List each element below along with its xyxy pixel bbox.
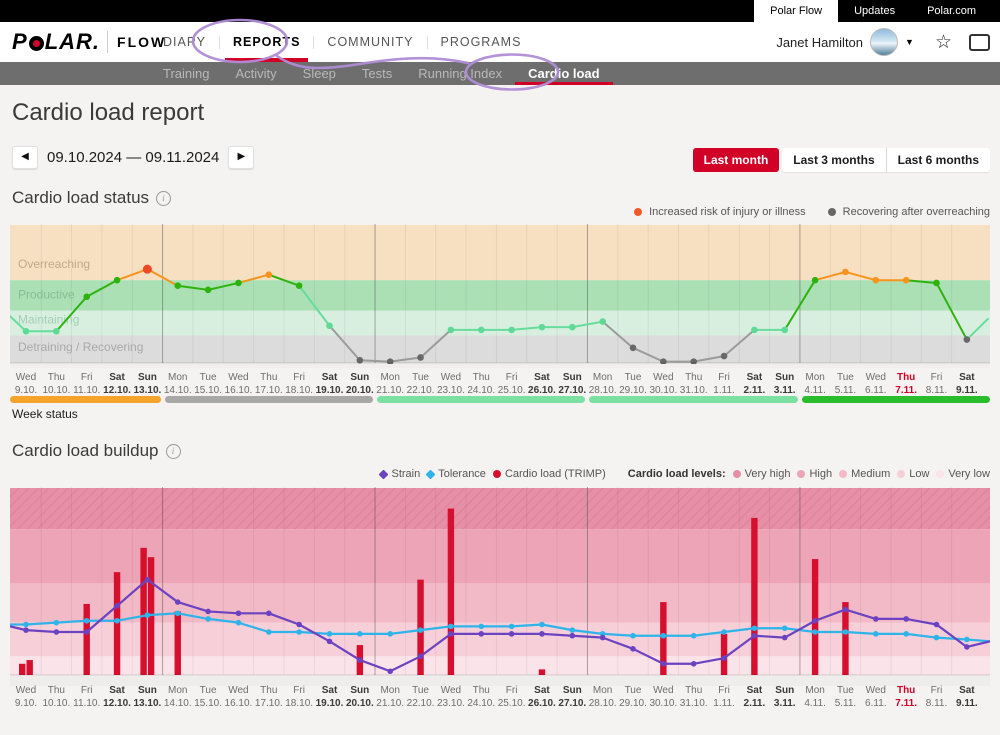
menu-item-reports[interactable]: REPORTS: [220, 22, 313, 62]
tab-polar-com[interactable]: Polar.com: [911, 0, 992, 22]
menu-item-programs[interactable]: PROGRAMS: [428, 22, 535, 62]
week-status-pill: [589, 396, 797, 403]
date-navigation: ◀ 09.10.2024 — 09.11.2024 ▶: [12, 146, 254, 169]
reports-subnav: Training Activity Sleep Tests Running In…: [0, 62, 1000, 85]
status-chart: OverreachingProductiveMaintainingDetrain…: [10, 222, 990, 368]
polar-flow-app: Polar Flow Updates Polar.com PLAR. FLOW …: [0, 0, 1000, 735]
subnav-training[interactable]: Training: [150, 62, 222, 85]
week-status-pill: [165, 396, 373, 403]
axis-day-label: Sat9.11.: [947, 684, 987, 710]
low-dot-icon: [897, 470, 905, 478]
buildup-section-heading: Cardio load buildup: [12, 441, 181, 461]
feedback-chat-icon[interactable]: [969, 34, 990, 51]
subnav-sleep[interactable]: Sleep: [290, 62, 349, 85]
week-status-pill: [10, 396, 161, 403]
high-dot-icon: [797, 470, 805, 478]
date-range-label: 09.10.2024 — 09.11.2024: [47, 149, 219, 166]
main-menu: DIARY REPORTS COMMUNITY PROGRAMS: [150, 22, 534, 62]
last-month-button[interactable]: Last month: [693, 148, 780, 172]
user-avatar[interactable]: [870, 28, 898, 56]
polar-logo-text: P: [12, 29, 28, 55]
trimp-dot-icon: [493, 470, 501, 478]
user-area: Janet Hamilton: [776, 22, 990, 62]
subnav-running-index[interactable]: Running Index: [405, 62, 515, 85]
prev-period-button[interactable]: ◀: [12, 146, 38, 169]
svg-text:Detraining / Recovering: Detraining / Recovering: [18, 340, 143, 354]
buildup-chart: [10, 486, 990, 686]
buildup-legend: Strain Tolerance Cardio load (TRIMP) Car…: [380, 468, 990, 480]
strain-marker-icon: [379, 469, 389, 479]
range-buttons: Last month Last 3 months Last 6 months: [693, 148, 990, 172]
status-x-axis: Wed9.10.Thu10.10.Fri11.10.Sat12.10.Sun13…: [10, 371, 990, 397]
main-navbar: PLAR. FLOW DIARY REPORTS COMMUNITY PROGR…: [0, 22, 1000, 62]
page-title: Cardio load report: [12, 99, 204, 127]
status-legend: Increased risk of injury or illness Reco…: [634, 206, 990, 218]
tolerance-marker-icon: [426, 469, 436, 479]
user-name[interactable]: Janet Hamilton: [776, 35, 863, 50]
axis-day-label: Sat9.11.: [947, 371, 987, 397]
buildup-x-axis: Wed9.10.Thu10.10.Fri11.10.Sat12.10.Sun13…: [10, 684, 990, 710]
levels-label: Cardio load levels:: [628, 468, 726, 480]
top-site-bar: Polar Flow Updates Polar.com: [0, 0, 1000, 22]
last-6-months-button[interactable]: Last 6 months: [886, 148, 990, 172]
logo-divider: [107, 31, 108, 53]
next-period-button[interactable]: ▶: [228, 146, 254, 169]
very-low-dot-icon: [936, 470, 944, 478]
status-section-heading: Cardio load status: [12, 188, 171, 208]
polar-logo[interactable]: PLAR. FLOW: [12, 29, 166, 55]
chevron-down-icon[interactable]: [905, 37, 914, 47]
tab-polar-flow[interactable]: Polar Flow: [754, 0, 838, 22]
subnav-cardio-load[interactable]: Cardio load: [515, 62, 613, 85]
risk-dot-icon: [634, 208, 642, 216]
menu-item-community[interactable]: COMMUNITY: [314, 22, 426, 62]
subnav-activity[interactable]: Activity: [222, 62, 289, 85]
info-icon[interactable]: [156, 191, 171, 206]
subnav-tests[interactable]: Tests: [349, 62, 405, 85]
week-status-bar: [10, 396, 990, 404]
medium-dot-icon: [839, 470, 847, 478]
last-3-months-button[interactable]: Last 3 months: [782, 148, 885, 172]
very-high-dot-icon: [733, 470, 741, 478]
polar-logo-text-rest: LAR.: [45, 29, 100, 55]
site-tabs: Polar Flow Updates Polar.com: [754, 0, 992, 22]
tab-updates[interactable]: Updates: [838, 0, 911, 22]
info-icon[interactable]: [166, 444, 181, 459]
week-status-pill: [802, 396, 990, 403]
week-status-label: Week status: [12, 407, 78, 421]
favorites-star-icon[interactable]: [935, 31, 952, 54]
svg-text:Overreaching: Overreaching: [18, 257, 90, 271]
week-status-pill: [377, 396, 585, 403]
svg-text:Productive: Productive: [18, 288, 75, 302]
menu-item-diary[interactable]: DIARY: [150, 22, 219, 62]
polar-logo-o-icon: [29, 36, 44, 51]
recovering-dot-icon: [828, 208, 836, 216]
